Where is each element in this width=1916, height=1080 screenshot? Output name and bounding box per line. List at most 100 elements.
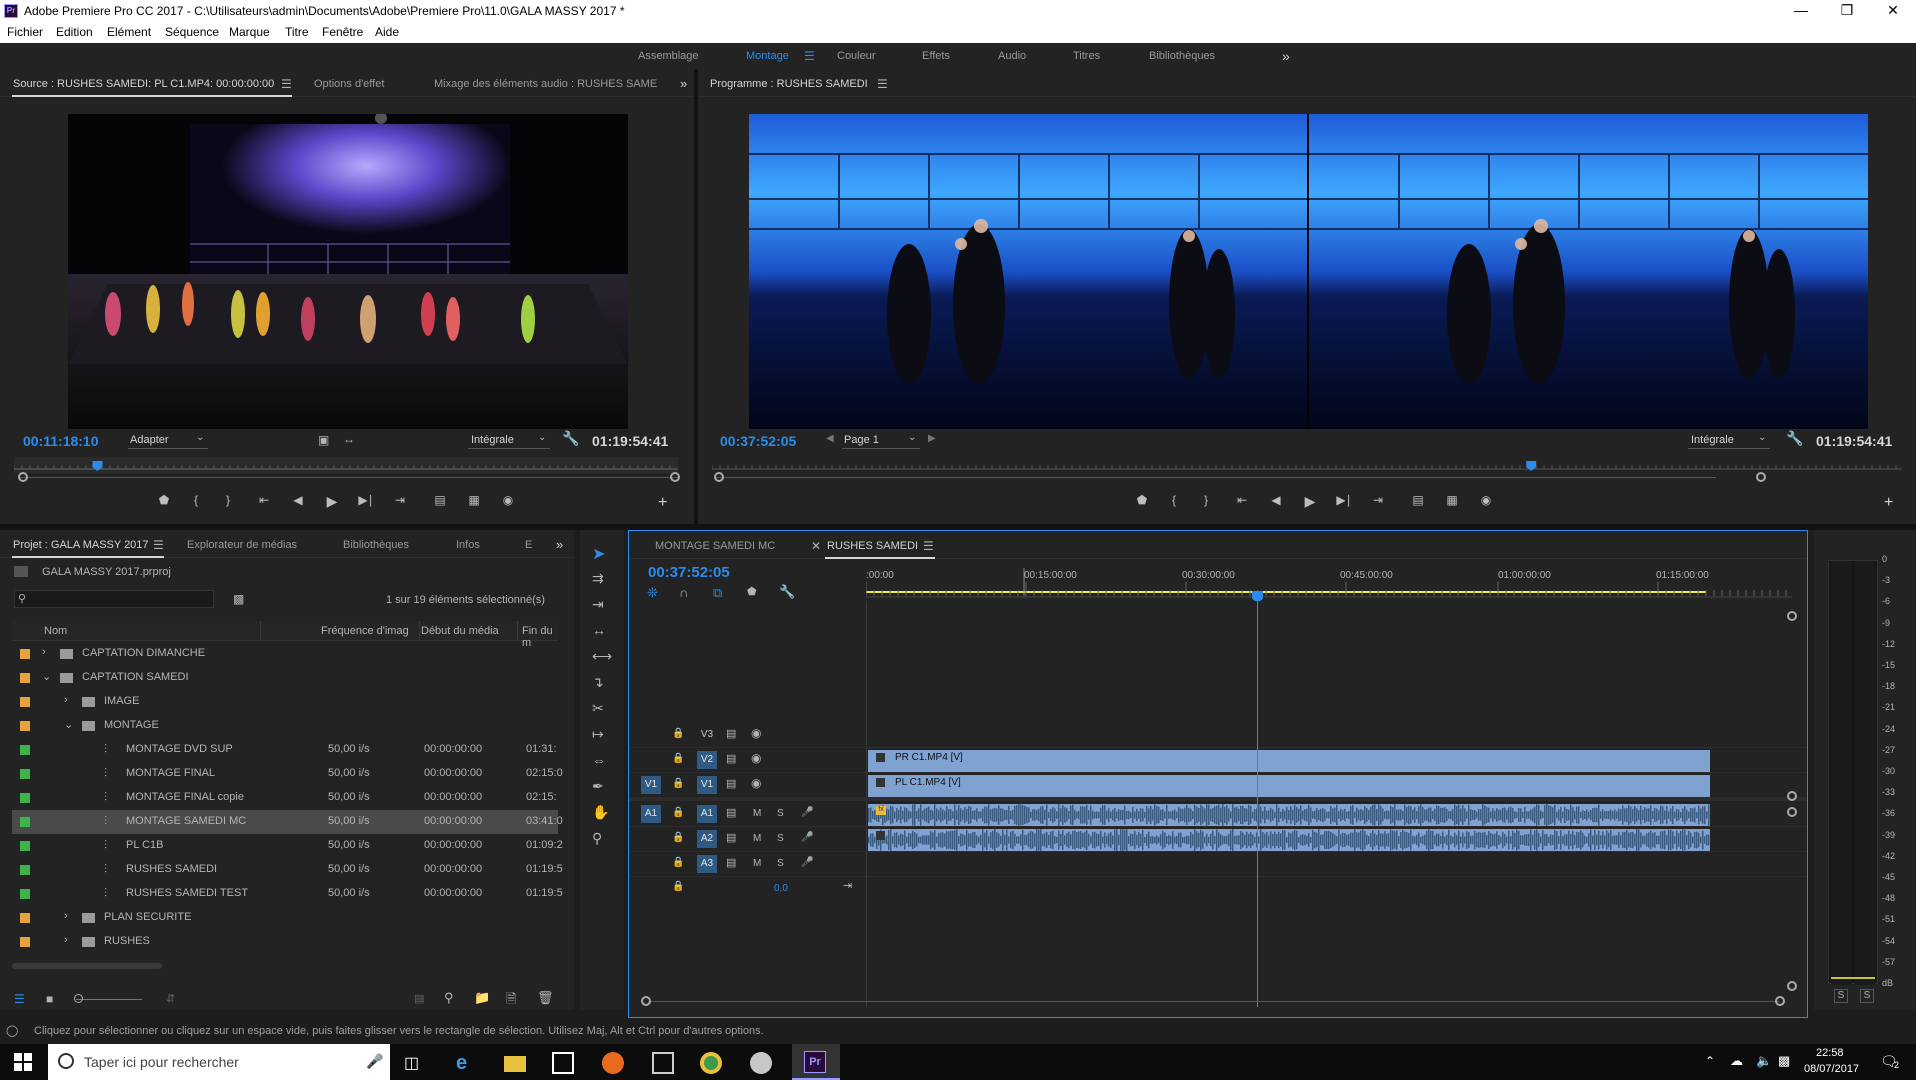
track-target-v2[interactable]: V2 (697, 751, 717, 769)
label-color-swatch[interactable] (20, 793, 30, 803)
project-list-item[interactable]: ⫶ PL C1B 50,00 i/s 00:00:00:00 01:09:2 (12, 834, 563, 858)
edge-icon[interactable]: e (456, 1052, 478, 1074)
file-explorer-icon[interactable] (504, 1056, 526, 1072)
network-icon[interactable]: ▩ (1778, 1053, 1790, 1069)
track-header-divider[interactable] (866, 601, 867, 1007)
source-current-timecode[interactable]: 00:11:18:10 (23, 433, 99, 449)
source-scrub-bar[interactable] (14, 457, 678, 473)
h-scroll-handle-left[interactable] (641, 996, 651, 1006)
program-zoom-bar[interactable] (716, 477, 1716, 478)
restore-icon[interactable]: ❐ (1824, 0, 1870, 22)
source-quality-select[interactable]: Intégrale ⌄ (468, 431, 550, 449)
play-icon[interactable]: ▶ (1300, 493, 1320, 510)
column-frame-rate[interactable]: Fréquence d'imag (321, 625, 409, 637)
solo-right-button[interactable]: S (1860, 989, 1874, 1003)
column-divider[interactable] (419, 621, 420, 641)
clip-v1[interactable]: PL C1.MP4 [V] (868, 775, 1710, 797)
chrome-icon[interactable] (700, 1052, 722, 1074)
program-panel-menu-icon[interactable]: ☰ (877, 77, 888, 91)
linked-selection-icon[interactable]: ⧉ (713, 585, 722, 601)
column-divider[interactable] (517, 621, 518, 641)
label-color-swatch[interactable] (20, 937, 30, 947)
automate-icon[interactable]: ▤ (414, 992, 424, 1005)
project-list-item[interactable]: ⫶ RUSHES SAMEDI TEST 50,00 i/s 00:00:00:00 0… (12, 882, 563, 906)
task-view-icon[interactable]: ◫ (404, 1053, 419, 1073)
workspace-tab-effets[interactable]: Effets (922, 50, 950, 62)
chevron-right-icon[interactable]: › (64, 910, 68, 922)
go-to-in-icon[interactable]: ⇤ (254, 493, 274, 507)
mic-icon[interactable]: 🎤 (801, 832, 813, 843)
new-item-icon[interactable]: 🗎 (506, 990, 516, 1012)
label-color-swatch[interactable] (20, 721, 30, 731)
label-color-swatch[interactable] (20, 769, 30, 779)
timeline-timecode[interactable]: 00:37:52:05 (648, 564, 730, 581)
mark-in-icon[interactable]: { (1164, 493, 1184, 507)
rolling-edit-tool-icon[interactable]: ↔ (592, 622, 606, 638)
premiere-taskbar-button[interactable]: Pr (792, 1044, 840, 1080)
mic-icon[interactable]: 🎤 (801, 807, 813, 818)
export-frame-icon[interactable]: ◉ (498, 493, 518, 507)
track-target-v3[interactable]: V3 (697, 726, 717, 744)
list-view-icon[interactable]: ☰ (14, 992, 25, 1006)
program-video-frame[interactable] (749, 114, 1868, 429)
previous-page-icon[interactable]: ◀ (826, 433, 834, 444)
project-list-item[interactable]: ⫶ RUSHES SAMEDI 50,00 i/s 00:00:00:00 01:19:… (12, 858, 563, 882)
tab-audio-clip-mixer[interactable]: Mixage des éléments audio : RUSHES SAME (434, 78, 657, 90)
mute-button[interactable]: M (753, 858, 761, 869)
close-icon[interactable]: ✕ (1870, 0, 1916, 22)
extract-icon[interactable]: ▦ (1442, 493, 1462, 507)
tab-effect-options[interactable]: Options d'effet (314, 78, 384, 90)
workspace-tab-audio[interactable]: Audio (998, 50, 1026, 62)
lock-icon[interactable]: 🔒 (672, 778, 684, 789)
source-video-frame[interactable] (68, 114, 628, 429)
tab-e[interactable]: E (525, 539, 532, 551)
zoom-slider[interactable] (76, 999, 142, 1000)
new-bin-icon[interactable]: 📁 (474, 990, 490, 1006)
tab-program[interactable]: Programme : RUSHES SAMEDI (710, 78, 868, 90)
rate-stretch-tool-icon[interactable]: ⟷ (592, 648, 612, 665)
chevron-right-icon[interactable]: › (64, 694, 68, 706)
source-patch-a1[interactable]: A1 (641, 805, 661, 823)
icon-view-icon[interactable]: ■ (46, 992, 53, 1006)
go-to-in-icon[interactable]: ⇤ (1232, 493, 1252, 507)
lock-icon[interactable]: 🔒 (672, 753, 684, 764)
safe-margins-icon[interactable]: ▣ (318, 433, 329, 447)
project-list-item[interactable]: ⌄ CAPTATION SAMEDI (12, 666, 558, 690)
workspace-menu-icon[interactable]: ☰ (804, 49, 815, 63)
column-divider[interactable] (260, 621, 261, 641)
volume-icon[interactable]: 🔈 (1756, 1053, 1772, 1069)
step-back-icon[interactable]: ◀ (288, 493, 308, 507)
pen-tool-icon[interactable]: ✒ (592, 778, 604, 795)
step-back-icon[interactable]: ◀ (1266, 493, 1286, 507)
lock-icon[interactable]: 🔒 (672, 807, 684, 818)
fit-icon[interactable]: ↔ (343, 432, 355, 446)
razor-tool-icon[interactable]: ✂ (592, 700, 604, 717)
timeline-panel-menu-icon[interactable]: ☰ (923, 539, 934, 553)
workspace-tab-assemblage[interactable]: Assemblage (638, 50, 699, 62)
mark-out-icon[interactable]: } (1196, 493, 1216, 507)
workspace-tab-couleur[interactable]: Couleur (837, 50, 876, 62)
project-overflow-icon[interactable]: » (556, 537, 563, 552)
insert-icon[interactable]: ▤ (430, 493, 450, 507)
project-list-item[interactable]: › PLAN SECURITE (12, 906, 558, 930)
go-to-end-icon[interactable]: ⇥ (843, 879, 852, 892)
solo-button[interactable]: S (777, 858, 784, 869)
track-select-tool-icon[interactable]: ⇉ (592, 570, 604, 587)
workspace-tab-montage[interactable]: Montage (746, 50, 789, 62)
selection-tool-icon[interactable]: ➤ (592, 544, 605, 564)
slip-edit-tool-icon[interactable]: ⇔ (592, 752, 606, 768)
tab-libraries[interactable]: Bibliothèques (343, 539, 409, 551)
clock-time[interactable]: 22:58 (1816, 1047, 1844, 1059)
store-icon[interactable] (552, 1052, 574, 1074)
playhead-handle[interactable] (1252, 591, 1264, 601)
program-page-select[interactable]: Page 1 ⌄ (842, 431, 920, 449)
project-list-item[interactable]: › IMAGE (12, 690, 558, 714)
chevron-down-icon[interactable]: ⌄ (64, 718, 73, 731)
menu-titre[interactable]: Titre (285, 25, 309, 39)
sync-lock-icon[interactable]: ▤ (726, 806, 736, 819)
clock-date[interactable]: 08/07/2017 (1804, 1063, 1859, 1075)
step-forward-icon[interactable]: ▶∣ (1334, 493, 1354, 507)
source-zoom-handle-right[interactable] (670, 472, 680, 482)
go-to-out-icon[interactable]: ⇥ (390, 493, 410, 507)
slip-tool-icon[interactable]: ↴ (592, 674, 604, 691)
